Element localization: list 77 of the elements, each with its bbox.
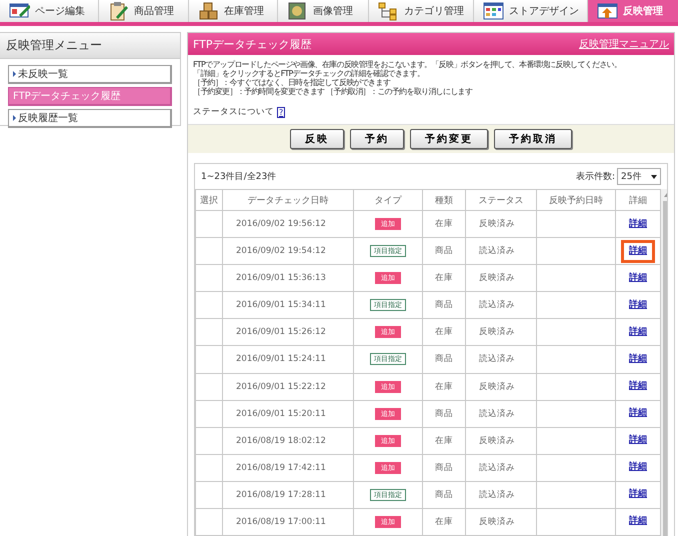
- sidebar-title: 反映管理メニュー: [0, 33, 180, 59]
- table-cell: 2016/08/19 18:02:12: [222, 427, 354, 454]
- table-cell: 2016/08/19 17:28:11: [222, 481, 354, 508]
- folder-tree-icon: [378, 1, 399, 21]
- action-button[interactable]: 予約: [350, 129, 404, 149]
- table-cell: 在庫: [422, 508, 466, 536]
- table-cell: 読込済み: [466, 454, 536, 482]
- table-cell: 在庫: [422, 318, 466, 346]
- boxes-icon: [198, 1, 219, 21]
- table-cell: 反映済み: [466, 508, 536, 536]
- help-link[interactable]: ?: [277, 107, 286, 118]
- table-cell: 2016/08/19 17:42:11: [222, 454, 354, 482]
- table-cell: 反映済み: [466, 373, 536, 400]
- window-grid-icon: [483, 1, 504, 21]
- nav-tab[interactable]: ページ編集: [0, 0, 99, 22]
- column-header: 詳細: [616, 190, 660, 211]
- table-cell: 2016/09/01 15:26:12: [222, 318, 354, 346]
- table-cell: 反映済み: [466, 264, 536, 292]
- table-cell: 反映済み: [466, 318, 536, 346]
- table-cell: 商品: [422, 292, 466, 319]
- table-cell: 2016/09/02 19:56:12: [222, 210, 354, 238]
- column-header: 選択: [196, 190, 222, 211]
- table-cell: 2016/09/01 15:24:11: [222, 346, 354, 374]
- description-text: ［予約変更］：予約時間を変更できます ［予約取消］：この予約を取り消しにします: [193, 87, 474, 96]
- table-cell: 2016/09/02 19:54:12: [222, 238, 354, 265]
- column-header: 反映予約日時: [536, 190, 616, 211]
- table-cell: 商品: [422, 400, 466, 428]
- description-text: FTPでアップロードしたページや画像、在庫の反映管理をおこないます。「反映」ボタンを押して、本番環境に反映してください。: [193, 60, 622, 69]
- triangle-icon: [13, 71, 16, 77]
- table-cell: 2016/09/01 15:20:11: [222, 400, 354, 428]
- table-cell: 在庫: [422, 373, 466, 400]
- table-cell: 読込済み: [466, 400, 536, 428]
- table-cell: 在庫: [422, 427, 466, 454]
- detail-link[interactable]: 詳細: [621, 240, 655, 263]
- table-cell: 商品: [422, 454, 466, 482]
- table-cell: 反映済み: [466, 210, 536, 238]
- table-cell: 読込済み: [466, 346, 536, 374]
- table-cell: 商品: [422, 481, 466, 508]
- table-cell: 商品: [422, 238, 466, 265]
- picture-icon: [287, 1, 308, 21]
- table-cell: 読込済み: [466, 238, 536, 265]
- table-cell: 2016/09/01 15:34:11: [222, 292, 354, 319]
- table-cell: 2016/09/01 15:22:12: [222, 373, 354, 400]
- caret-icon: [650, 174, 657, 178]
- upload-icon: [597, 1, 618, 21]
- table-cell: 在庫: [422, 210, 466, 238]
- nav-tab[interactable]: 画像管理: [278, 0, 369, 22]
- clipboard-icon: [108, 1, 129, 21]
- table-cell: 読込済み: [466, 292, 536, 319]
- per-page-select[interactable]: 25件: [617, 168, 661, 185]
- nav-tab[interactable]: 商品管理: [99, 0, 189, 22]
- per-page-label: 表示件数:: [576, 170, 615, 183]
- nav-tab[interactable]: ストアデザイン: [474, 0, 588, 22]
- column-header: データチェック日時: [222, 190, 354, 211]
- description-text: 「詳細」をクリックするとFTPデータチェックの詳細を確認できます。: [193, 69, 426, 78]
- nav-tab[interactable]: カテゴリ管理: [369, 0, 474, 22]
- triangle-icon: [13, 115, 16, 121]
- action-button[interactable]: 予約変更: [410, 129, 488, 149]
- column-header: ステータス: [466, 190, 536, 211]
- table-cell: 反映済み: [466, 427, 536, 454]
- table-cell: 読込済み: [466, 481, 536, 508]
- table-cell: 2016/09/01 15:36:13: [222, 264, 354, 292]
- nav-tab[interactable]: 在庫管理: [189, 0, 278, 22]
- column-header: 種類: [422, 190, 466, 211]
- column-header: タイプ: [354, 190, 422, 211]
- manual-link[interactable]: 反映管理マニュアル: [579, 37, 669, 51]
- action-button[interactable]: 反映: [290, 129, 344, 149]
- description-text: ［予約］：今すぐではなく、日時を指定して反映ができます: [193, 78, 392, 87]
- action-button[interactable]: 予約取消: [494, 129, 572, 149]
- table-cell: 在庫: [422, 264, 466, 292]
- sidebar-item[interactable]: 反映履歴一覧: [8, 109, 172, 128]
- table-cell: 商品: [422, 346, 466, 374]
- record-range: 1~23件目/全23件: [201, 170, 276, 183]
- panel-title: FTPデータチェック履歴: [193, 36, 312, 52]
- sidebar-item[interactable]: 未反映一覧: [8, 65, 172, 84]
- table-cell: 2016/08/19 17:00:11: [222, 508, 354, 536]
- status-label: ステータスについて: [193, 108, 274, 117]
